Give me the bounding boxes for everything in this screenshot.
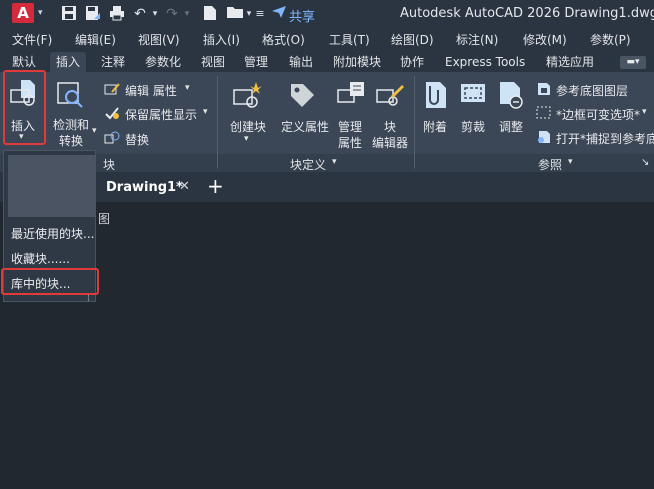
close-tab-icon[interactable]: ✕ [179, 179, 190, 194]
redo-icon[interactable]: ↷ [164, 5, 180, 23]
block-def-panel-title[interactable]: 块定义 [290, 156, 326, 173]
tab-insert[interactable]: 插入 [50, 52, 87, 72]
keep-attribute-button[interactable]: 保留属性显示 [125, 106, 197, 123]
detect-dropdown-icon[interactable]: ▾ [92, 126, 97, 136]
block-editor-icon[interactable] [375, 80, 405, 110]
menu-dimension[interactable]: 标注(N) [456, 31, 498, 48]
tab-addins[interactable]: 附加模块 [333, 52, 381, 72]
replace-icon[interactable] [104, 130, 120, 149]
save-as-icon[interactable] [84, 5, 102, 23]
tab-featured-apps[interactable]: 精选应用 [546, 52, 594, 72]
menu-modify[interactable]: 修改(M) [523, 31, 567, 48]
create-block-label[interactable]: 创建块 [229, 118, 267, 135]
manage-label-2[interactable]: 属性 [334, 134, 366, 151]
library-highlight-box [1, 268, 99, 295]
reference-panel-dropdown-icon[interactable]: ▾ [568, 157, 573, 167]
frame-variable-dropdown-icon[interactable]: ▾ [642, 107, 647, 117]
keep-attribute-icon[interactable] [104, 105, 120, 124]
define-attribute-label[interactable]: 定义属性 [279, 118, 331, 135]
menu-parametric[interactable]: 参数(P) [590, 31, 631, 48]
recent-blocks-item[interactable]: 最近使用的块... [11, 225, 94, 242]
app-menu-chevron-icon[interactable]: ▾ [38, 8, 43, 18]
share-button[interactable]: 共享 [289, 6, 315, 25]
snap-underlay-icon[interactable] [536, 129, 552, 148]
clip-label[interactable]: 剪裁 [456, 118, 490, 135]
undo-dropdown-icon[interactable]: ▾ [150, 5, 160, 23]
underlay-layers-button[interactable]: 参考底图图层 [556, 82, 628, 99]
menu-edit[interactable]: 编辑(E) [75, 31, 116, 48]
manage-attributes-icon[interactable] [336, 80, 366, 110]
tab-manage[interactable]: 管理 [244, 52, 268, 72]
new-file-icon[interactable] [202, 5, 218, 23]
menu-draw[interactable]: 绘图(D) [391, 31, 434, 48]
block-panel-title: 块 [103, 158, 116, 172]
underlay-layers-icon[interactable] [536, 81, 552, 100]
window-title: Autodesk AutoCAD 2026 Drawing1.dwg [400, 6, 654, 21]
menu-format[interactable]: 格式(O) [262, 31, 305, 48]
tab-default[interactable]: 默认 [12, 52, 36, 72]
editor-label-2[interactable]: 编辑器 [370, 134, 410, 151]
new-tab-icon[interactable]: + [207, 174, 224, 198]
attach-label[interactable]: 附着 [418, 118, 452, 135]
save-icon[interactable] [60, 5, 78, 23]
open-dropdown-icon[interactable]: ▾ [244, 5, 254, 23]
favorite-blocks-item[interactable]: 收藏块...... [11, 250, 70, 267]
define-attribute-icon[interactable] [287, 80, 317, 110]
tab-parametric[interactable]: 参数化 [145, 52, 181, 72]
insert-highlight-box [3, 70, 46, 145]
edit-attribute-button[interactable]: 编辑 属性 [125, 82, 177, 99]
adjust-label[interactable]: 调整 [494, 118, 528, 135]
editor-label-1[interactable]: 块 [372, 118, 408, 135]
frame-variable-select[interactable]: *边框可变选项* [556, 106, 640, 123]
block-def-panel-dropdown-icon[interactable]: ▾ [332, 157, 337, 167]
reference-panel-launcher-icon[interactable]: ↘ [641, 157, 649, 168]
menu-view[interactable]: 视图(V) [138, 31, 180, 48]
frame-variable-icon[interactable] [536, 105, 552, 124]
manage-label-1[interactable]: 管理 [334, 118, 366, 135]
autocad-logo-icon[interactable]: A [12, 3, 34, 23]
open-folder-icon[interactable] [226, 5, 244, 23]
print-icon[interactable] [108, 5, 126, 23]
viewport-label-partial: 图 [98, 212, 111, 226]
tab-output[interactable]: 输出 [289, 52, 313, 72]
keep-attribute-dropdown-icon[interactable]: ▾ [203, 107, 208, 117]
undo-icon[interactable]: ↶ [132, 5, 148, 23]
menu-insert[interactable]: 插入(I) [203, 31, 240, 48]
reference-panel-title[interactable]: 参照 [538, 156, 562, 173]
tab-collaborate[interactable]: 协作 [400, 52, 424, 72]
adjust-icon[interactable] [496, 80, 526, 110]
replace-button[interactable]: 替换 [125, 131, 149, 148]
menu-tools[interactable]: 工具(T) [329, 31, 370, 48]
clip-icon[interactable] [458, 80, 488, 110]
detect-label-1[interactable]: 检测和 [49, 116, 93, 133]
file-tab-bar [0, 172, 654, 202]
share-icon[interactable] [270, 5, 288, 23]
customize-qa-icon[interactable]: ≡ [254, 5, 266, 23]
block-preview-gallery[interactable] [8, 155, 96, 217]
tab-express-tools[interactable]: Express Tools [445, 52, 525, 72]
create-block-dropdown-icon[interactable]: ▾ [244, 134, 249, 144]
tab-view[interactable]: 视图 [201, 52, 225, 72]
create-block-icon[interactable] [232, 80, 262, 110]
reference-panel-footer[interactable] [415, 154, 654, 172]
edit-attribute-icon[interactable] [104, 81, 120, 100]
detect-label-2[interactable]: 转换 [49, 132, 93, 149]
attach-icon[interactable] [420, 80, 450, 110]
drawing-tab[interactable]: Drawing1* [106, 180, 183, 195]
resize-grip-icon[interactable]: ⁞ [87, 294, 90, 304]
menu-file[interactable]: 文件(F) [12, 31, 52, 48]
snap-underlay-button[interactable]: 打开*捕捉到参考底 [556, 130, 654, 147]
detect-convert-icon[interactable] [55, 80, 85, 110]
edit-attribute-dropdown-icon[interactable]: ▾ [185, 83, 190, 93]
tab-annotate[interactable]: 注释 [101, 52, 125, 72]
ribbon-minimize-icon[interactable]: ▬▾ [620, 56, 646, 69]
redo-dropdown-icon[interactable]: ▾ [182, 5, 192, 23]
